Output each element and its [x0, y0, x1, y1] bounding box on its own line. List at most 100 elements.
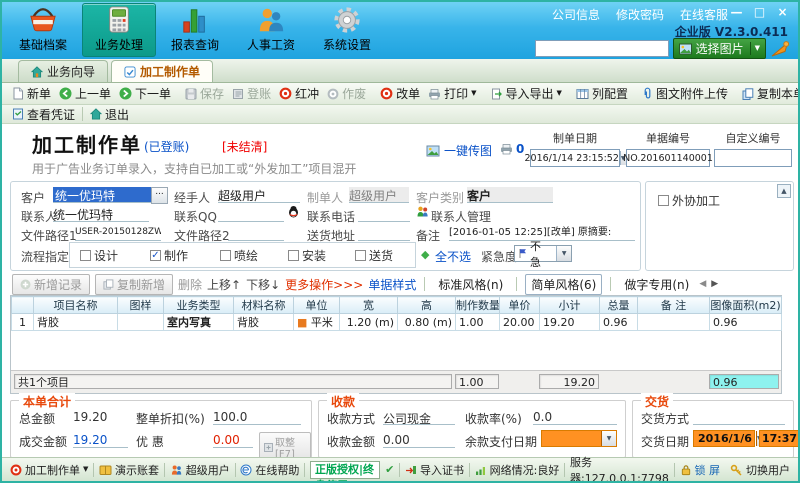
- delivery-method-field[interactable]: [693, 410, 785, 425]
- cell-height[interactable]: 0.80 (m): [398, 314, 456, 331]
- doc-type-menu[interactable]: 加工制作单 ▼: [10, 462, 88, 478]
- chevron-down-icon[interactable]: ▼: [556, 246, 571, 261]
- coupon-field[interactable]: 0.00: [213, 433, 253, 448]
- online-service-link[interactable]: 在线客服: [680, 6, 728, 23]
- cell-subtotal[interactable]: 19.20: [540, 314, 600, 331]
- lock-screen-item[interactable]: 锁 屏: [680, 462, 721, 478]
- save-button[interactable]: 保存: [181, 84, 228, 103]
- col-unit-price[interactable]: 单价: [500, 297, 540, 314]
- image-search-input[interactable]: [535, 40, 669, 57]
- style-simple-tab[interactable]: 简单风格(6): [525, 274, 602, 295]
- chevron-down-icon[interactable]: ▼: [601, 431, 616, 446]
- tab-processing-order[interactable]: 加工制作单: [111, 60, 213, 82]
- cell-width[interactable]: 1.20 (m): [340, 314, 398, 331]
- table-row[interactable]: 1 背胶 室内写真 背胶 ■ 平米 1.20 (m) 0.80 (m) 1.00…: [12, 314, 782, 331]
- maximize-icon[interactable]: □: [752, 5, 767, 19]
- online-help-item[interactable]: 在线帮助: [240, 462, 299, 478]
- checkbox-unchecked-icon[interactable]: [658, 195, 669, 206]
- page-left-icon[interactable]: ◀: [699, 279, 706, 289]
- payment-rate-field[interactable]: 0.0: [533, 410, 617, 425]
- copy-add-button[interactable]: 复制新增: [95, 274, 173, 295]
- select-image-button[interactable]: 选择图片 ▼: [673, 38, 766, 59]
- urgency-combobox[interactable]: 不急 ▼: [514, 245, 572, 262]
- doc-style-link[interactable]: 单据样式: [368, 276, 416, 293]
- checkbox-unchecked-icon[interactable]: [80, 250, 91, 261]
- cell-pattern[interactable]: [118, 314, 164, 331]
- attachment-upload-button[interactable]: 图文附件上传: [638, 84, 732, 103]
- add-record-button[interactable]: 新增记录: [12, 274, 90, 295]
- cell-business-type[interactable]: 室内写真: [164, 314, 234, 331]
- print-count-indicator[interactable]: 0: [500, 142, 524, 156]
- modify-doc-button[interactable]: 改单: [376, 84, 424, 103]
- change-password-link[interactable]: 修改密码: [616, 6, 664, 23]
- cell-image-area[interactable]: 0.96: [710, 314, 782, 331]
- minimize-icon[interactable]: —: [729, 5, 744, 19]
- void-button[interactable]: 作废: [323, 84, 370, 103]
- new-doc-button[interactable]: 新单: [8, 84, 55, 103]
- outsource-checkbox-item[interactable]: 外协加工: [658, 192, 720, 209]
- move-up-link[interactable]: 上移↑: [207, 276, 241, 293]
- col-total-qty[interactable]: 总量: [600, 297, 638, 314]
- cell-material[interactable]: 背胶: [234, 314, 294, 331]
- import-cert-item[interactable]: 导入证书: [405, 462, 464, 478]
- page-right-icon[interactable]: ▶: [711, 279, 718, 289]
- col-remark[interactable]: 备 注: [638, 297, 710, 314]
- file-path2-field[interactable]: [228, 225, 284, 241]
- style-standard-tab[interactable]: 标准风格(n): [433, 275, 508, 294]
- checkbox-unchecked-icon[interactable]: [220, 250, 231, 261]
- flow-option-deliver[interactable]: 送货: [355, 247, 393, 264]
- nav-item-base-archive[interactable]: 基础档案: [6, 3, 80, 57]
- delete-row-link[interactable]: 删除: [178, 276, 202, 293]
- more-actions-link[interactable]: 更多操作>>>: [285, 276, 363, 293]
- delivery-address-field[interactable]: [358, 225, 410, 241]
- collapse-icon[interactable]: ▲: [777, 184, 791, 198]
- col-width[interactable]: 宽: [340, 297, 398, 314]
- payment-method-field[interactable]: 公司现金: [383, 410, 455, 425]
- style-text-tab[interactable]: 做字专用(n): [619, 275, 694, 294]
- register-account-button[interactable]: 登账: [228, 84, 275, 103]
- delivery-date-combobox[interactable]: 2016/1/6▼: [693, 430, 755, 447]
- tab-business-wizard[interactable]: 业务向导: [18, 60, 108, 82]
- col-image-area[interactable]: 图像面积(m2): [710, 297, 782, 314]
- import-export-button[interactable]: 导入导出▼: [487, 84, 566, 103]
- balance-date-combobox[interactable]: ▼: [541, 430, 617, 447]
- checkbox-unchecked-icon[interactable]: [355, 250, 366, 261]
- contact-qq-field[interactable]: [218, 206, 284, 222]
- view-voucher-button[interactable]: 查看凭证: [8, 105, 79, 124]
- contact-field[interactable]: 统一优玛特: [53, 206, 149, 222]
- col-item-name[interactable]: 项目名称: [34, 297, 118, 314]
- col-material[interactable]: 材料名称: [234, 297, 294, 314]
- col-rownum[interactable]: [12, 297, 34, 314]
- cell-item-name[interactable]: 背胶: [34, 314, 118, 331]
- cell-remark[interactable]: [638, 314, 710, 331]
- handler-field[interactable]: 超级用户: [218, 187, 300, 203]
- payment-amount-field[interactable]: 0.00: [383, 433, 455, 448]
- column-config-button[interactable]: 列配置: [572, 84, 632, 103]
- flow-option-inkjet[interactable]: 喷绘: [220, 247, 258, 264]
- checkbox-unchecked-icon[interactable]: [288, 250, 299, 261]
- print-button[interactable]: 打印▼: [424, 84, 480, 103]
- checkbox-checked-icon[interactable]: ✓: [150, 250, 161, 261]
- customer-browse-button[interactable]: ...: [151, 187, 168, 204]
- col-subtotal[interactable]: 小计: [540, 297, 600, 314]
- flow-option-make[interactable]: ✓制作: [150, 247, 188, 264]
- col-unit[interactable]: 单位: [294, 297, 340, 314]
- uncheck-all-link[interactable]: 全不选: [435, 248, 471, 265]
- contacts-manage-link[interactable]: 联系人管理: [431, 208, 491, 225]
- exit-button[interactable]: 退出: [86, 105, 133, 124]
- cell-unit[interactable]: ■ 平米: [294, 314, 340, 331]
- col-pattern[interactable]: 图样: [118, 297, 164, 314]
- copy-doc-button[interactable]: 复制本单: [738, 84, 800, 103]
- account-set-item[interactable]: 演示账套: [99, 462, 159, 478]
- close-icon[interactable]: ×: [775, 5, 790, 19]
- col-business-type[interactable]: 业务类型: [164, 297, 234, 314]
- doc-date-combobox[interactable]: 2016/1/14 23:15:52▼: [530, 149, 620, 167]
- customer-combobox[interactable]: 统一优玛特: [53, 187, 153, 203]
- switch-user-item[interactable]: 切换用户: [730, 462, 790, 478]
- nav-item-reports[interactable]: 报表查询: [158, 3, 232, 57]
- cell-unit-price[interactable]: 20.00: [500, 314, 540, 331]
- custom-no-input[interactable]: [714, 149, 792, 167]
- current-user-item[interactable]: 超级用户: [170, 462, 230, 478]
- flow-option-design[interactable]: 设计: [80, 247, 118, 264]
- move-down-link[interactable]: 下移↓: [246, 276, 280, 293]
